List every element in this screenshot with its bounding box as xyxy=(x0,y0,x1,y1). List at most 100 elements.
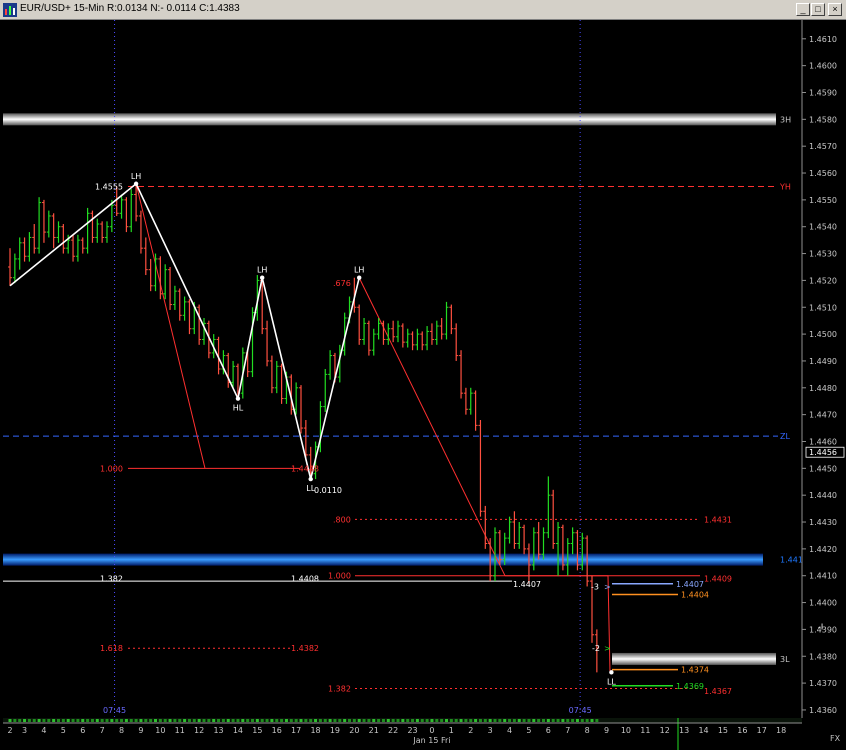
time-tick-label: 18 xyxy=(310,726,320,735)
time-tick-label: 6 xyxy=(546,726,551,735)
price-bar xyxy=(148,258,153,292)
volume-tick xyxy=(90,719,94,722)
volume-tick xyxy=(411,719,415,722)
volume-tick xyxy=(483,719,487,722)
level-label: 1.4407 xyxy=(676,580,704,589)
price-bar xyxy=(546,476,551,539)
volume-tick xyxy=(270,719,274,722)
price-tag: ZL xyxy=(780,432,790,441)
swing-label: LH xyxy=(257,266,267,275)
volume-tick xyxy=(265,719,269,722)
volume-tick xyxy=(115,719,119,722)
volume-tick xyxy=(449,719,453,722)
volume-tick xyxy=(352,719,356,722)
volume-tick xyxy=(144,719,148,722)
price-bar xyxy=(444,301,449,340)
volume-tick xyxy=(440,719,444,722)
swing-label: LL xyxy=(607,677,616,686)
close-button[interactable]: × xyxy=(828,3,842,16)
volume-tick xyxy=(314,719,318,722)
time-tick-label: 12 xyxy=(194,726,204,735)
price-bar xyxy=(129,189,134,233)
price-bar xyxy=(362,317,367,345)
price-chart[interactable]: LHHLLHLLLHLL 1.4555.6761.000 1.44480.0110… xyxy=(0,20,846,750)
time-tick-label: 8 xyxy=(119,726,124,735)
window-title: EUR/USD+ 15-Min R:0.0134 N:- 0.0114 C:1.… xyxy=(20,3,240,14)
volume-tick xyxy=(420,719,424,722)
level-label: 1.000 xyxy=(328,572,351,581)
price-bar xyxy=(328,350,333,380)
time-tick-label: 18 xyxy=(776,726,786,735)
price-bar xyxy=(274,360,279,394)
time-tick-label: 7 xyxy=(100,726,105,735)
volume-tick xyxy=(105,719,109,722)
price-bar xyxy=(410,331,415,351)
price-bar xyxy=(522,524,527,555)
volume-tick xyxy=(187,719,191,722)
price-tick-label: 1.4450 xyxy=(809,464,837,473)
time-tick-label: 1 xyxy=(449,726,454,735)
time-marker-label: 07:45 xyxy=(103,706,126,715)
level-label: 1.4431 xyxy=(704,515,732,524)
volume-tick xyxy=(493,719,497,722)
maximize-button[interactable]: □ xyxy=(811,3,825,16)
volume-tick xyxy=(163,719,167,722)
volume-tick xyxy=(333,719,337,722)
price-tag: 1.441 xyxy=(780,556,803,565)
price-bar xyxy=(420,331,425,351)
price-tick-label: 1.4520 xyxy=(809,276,837,285)
price-tick-label: 1.4570 xyxy=(809,142,837,151)
level-label: .800 xyxy=(333,515,351,524)
price-bar xyxy=(371,328,376,356)
volume-tick xyxy=(294,719,298,722)
level-label: -2 xyxy=(592,644,600,653)
price-tick-label: 1.4410 xyxy=(809,572,837,581)
volume-tick xyxy=(498,719,502,722)
price-bar xyxy=(425,326,430,351)
time-tick-label: 2 xyxy=(7,726,12,735)
price-tick-label: 1.4580 xyxy=(809,115,837,124)
price-bar xyxy=(12,253,17,284)
volume-tick xyxy=(445,719,448,722)
volume-tick xyxy=(425,719,429,722)
volume-tick xyxy=(377,719,381,722)
level-label: 1.4367 xyxy=(704,687,732,696)
price-tick-label: 1.4540 xyxy=(809,223,837,232)
window-titlebar[interactable]: EUR/USD+ 15-Min R:0.0134 N:- 0.0114 C:1.… xyxy=(0,0,846,20)
time-tick-label: 9 xyxy=(138,726,143,735)
volume-tick xyxy=(517,719,521,722)
volume-tick xyxy=(173,719,177,722)
volume-tick xyxy=(401,719,405,722)
price-tag: 3H xyxy=(780,115,791,124)
swing-point xyxy=(235,396,241,401)
price-bar xyxy=(61,224,66,254)
volume-tick xyxy=(328,719,332,722)
price-bar xyxy=(124,197,129,233)
price-bar xyxy=(323,369,328,412)
volume-tick xyxy=(212,719,216,722)
swing-zigzag-line xyxy=(9,182,360,480)
volume-tick xyxy=(202,719,206,722)
time-tick-label: 15 xyxy=(252,726,262,735)
price-tick-label: 1.4430 xyxy=(809,518,837,527)
volume-tick xyxy=(66,719,70,722)
time-tick-label: 5 xyxy=(61,726,66,735)
price-bar xyxy=(22,237,27,262)
price-bar xyxy=(556,522,561,576)
price-bar xyxy=(27,232,32,262)
level-label: 1.4409 xyxy=(704,574,732,583)
volume-tick xyxy=(309,719,313,722)
minimize-button[interactable]: _ xyxy=(796,3,810,16)
time-tick-label: 6 xyxy=(80,726,85,735)
volume-tick xyxy=(61,719,65,722)
volume-tick xyxy=(435,719,439,722)
level-label: 1.4408 xyxy=(291,574,319,583)
price-bar xyxy=(56,221,61,243)
arrow-glyph: > xyxy=(604,644,611,653)
volume-tick xyxy=(129,719,133,722)
price-bar xyxy=(512,511,517,549)
price-bar xyxy=(75,234,80,262)
volume-tick xyxy=(532,719,536,722)
price-bar xyxy=(163,264,168,300)
price-bar xyxy=(570,527,575,555)
